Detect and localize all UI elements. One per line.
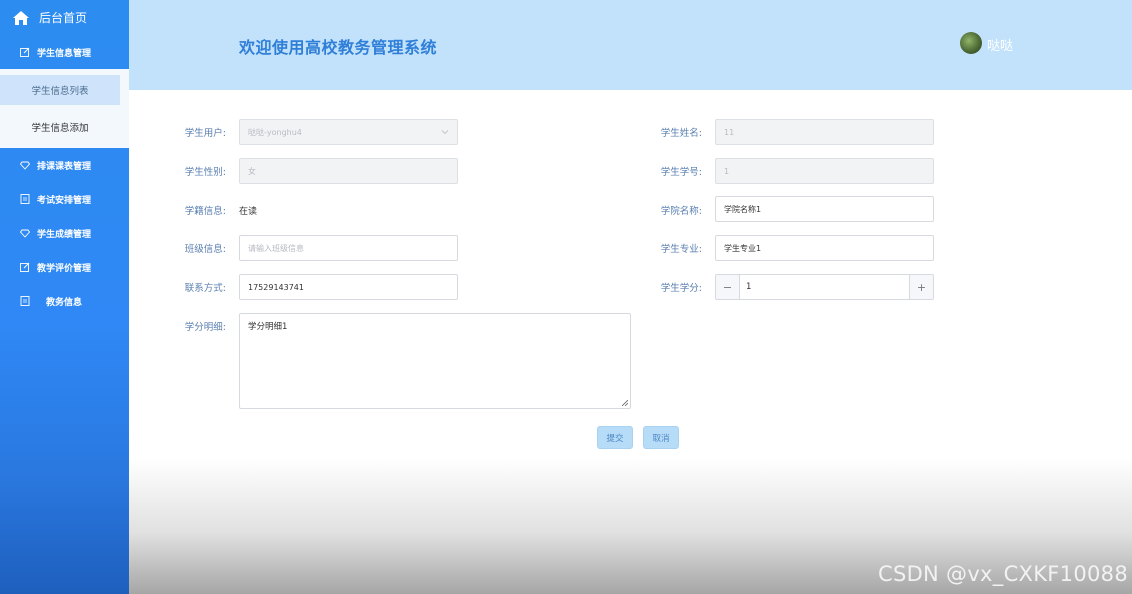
major-label: 学生专业: xyxy=(660,244,702,255)
file-icon xyxy=(20,296,30,306)
class-info-input[interactable]: 请输入班级信息 xyxy=(239,235,458,261)
diamond-icon xyxy=(20,161,30,170)
credits-value[interactable]: 1 xyxy=(740,275,909,299)
file-icon xyxy=(20,194,30,204)
diamond-icon xyxy=(20,229,30,238)
sidebar-group-label: 教学评价管理 xyxy=(37,263,92,274)
class-info-label: 班级信息: xyxy=(184,244,226,255)
major-value: 学生专业1 xyxy=(724,243,762,253)
edit-icon xyxy=(20,47,30,57)
watermark: CSDN @vx_CXKF10088 xyxy=(877,562,1128,586)
enrollment-label: 学籍信息: xyxy=(184,206,226,217)
sidebar-group-label: 教务信息 xyxy=(46,297,83,308)
contact-value: 17529143741 xyxy=(248,282,304,292)
enrollment-value: 在读 xyxy=(239,207,258,217)
username[interactable]: 哒哒 xyxy=(987,35,1013,54)
cancel-button[interactable]: 取消 xyxy=(643,426,679,449)
avatar[interactable] xyxy=(960,32,982,54)
sidebar-item-label: 学生信息添加 xyxy=(31,123,89,134)
sidebar-group-label: 排课课表管理 xyxy=(37,161,92,172)
student-name-field[interactable]: 11 xyxy=(715,119,934,145)
class-info-placeholder: 请输入班级信息 xyxy=(248,243,304,253)
chevron-down-icon xyxy=(441,130,449,135)
college-value: 学院名称1 xyxy=(724,204,762,214)
header: 欢迎使用高校教务管理系统 哒哒 xyxy=(129,0,1132,90)
sidebar-group-label: 学生信息管理 xyxy=(37,48,92,59)
sidebar-home-link[interactable]: 后台首页 xyxy=(0,0,129,35)
sidebar-group-label: 学生成绩管理 xyxy=(37,229,92,240)
college-label: 学院名称: xyxy=(660,206,702,217)
student-gender-value: 女 xyxy=(248,166,256,176)
sidebar-group-grades[interactable]: 学生成绩管理 xyxy=(0,216,129,250)
sidebar-group-label: 考试安排管理 xyxy=(37,195,92,206)
sidebar-home-label: 后台首页 xyxy=(39,11,88,25)
sidebar-group-exam[interactable]: 考试安排管理 xyxy=(0,182,129,216)
sidebar-item-student-add[interactable]: 学生信息添加 xyxy=(0,112,120,142)
student-user-value: 哒哒-yonghu4 xyxy=(248,127,302,137)
sidebar-group-evaluation[interactable]: 教学评价管理 xyxy=(0,250,129,284)
student-user-label: 学生用户: xyxy=(184,128,226,139)
student-name-label: 学生姓名: xyxy=(660,128,702,139)
sidebar-group-student-info[interactable]: 学生信息管理 xyxy=(0,35,129,69)
credit-detail-label: 学分明细: xyxy=(184,322,226,333)
credits-stepper[interactable]: − 1 + xyxy=(715,274,934,300)
contact-input[interactable]: 17529143741 xyxy=(239,274,458,300)
credits-increment-button[interactable]: + xyxy=(909,275,933,299)
student-name-value: 11 xyxy=(724,127,735,137)
sidebar-group-academic-info[interactable]: 教务信息 xyxy=(0,284,129,318)
credit-detail-value: 学分明细1 xyxy=(248,322,288,332)
sidebar-group-schedule[interactable]: 排课课表管理 xyxy=(0,148,129,182)
student-gender-field[interactable]: 女 xyxy=(239,158,458,184)
sidebar-submenu: 学生信息列表 学生信息添加 xyxy=(0,69,129,148)
credits-decrement-button[interactable]: − xyxy=(716,275,740,299)
edit-icon xyxy=(20,262,30,272)
sidebar-item-student-list[interactable]: 学生信息列表 xyxy=(0,75,120,105)
college-input[interactable]: 学院名称1 xyxy=(715,196,934,222)
student-id-field[interactable]: 1 xyxy=(715,158,934,184)
resize-grip-icon[interactable] xyxy=(622,400,628,406)
credit-detail-textarea[interactable]: 学分明细1 xyxy=(239,313,631,409)
student-user-select[interactable]: 哒哒-yonghu4 xyxy=(239,119,458,145)
student-id-label: 学生学号: xyxy=(660,167,702,178)
page-title: 欢迎使用高校教务管理系统 xyxy=(239,38,438,57)
major-input[interactable]: 学生专业1 xyxy=(715,235,934,261)
home-icon xyxy=(13,10,29,25)
submit-button[interactable]: 提交 xyxy=(597,426,633,449)
student-id-value: 1 xyxy=(724,166,730,176)
contact-label: 联系方式: xyxy=(184,283,226,294)
sidebar: 后台首页 学生信息管理 学生信息列表 学生信息添加 排课课表管理 考试安排管理 … xyxy=(0,0,129,594)
sidebar-item-label: 学生信息列表 xyxy=(31,86,89,97)
credits-label: 学生学分: xyxy=(660,283,702,294)
student-gender-label: 学生性别: xyxy=(184,167,226,178)
